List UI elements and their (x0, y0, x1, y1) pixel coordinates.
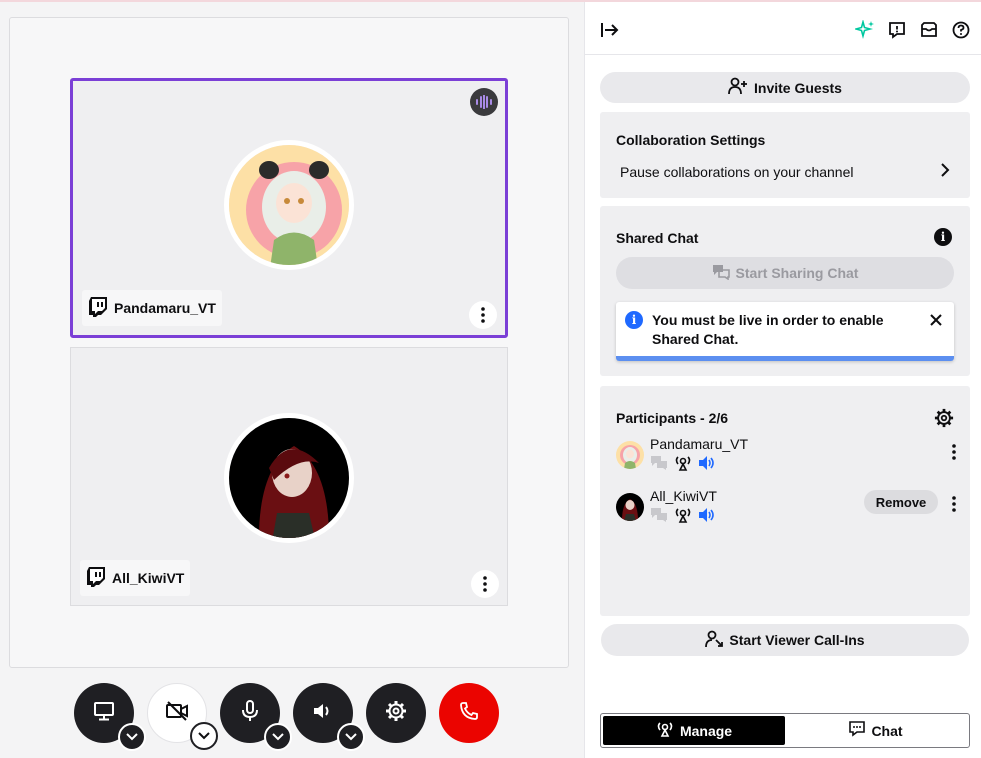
participant-name: All_KiwiVT (112, 570, 185, 586)
panel-tabs: Manage Chat (600, 713, 970, 748)
participant-name: All_KiwiVT (650, 488, 717, 504)
microphone-icon (241, 699, 259, 727)
audio-waves-icon (470, 88, 498, 116)
participant-menu-button[interactable] (952, 496, 956, 517)
start-viewer-call-ins-label: Start Viewer Call-Ins (729, 632, 865, 648)
twitch-icon (88, 296, 108, 321)
participant-tile[interactable]: Pandamaru_VT (70, 78, 508, 338)
add-user-icon (728, 77, 748, 98)
collaboration-settings-card: Collaboration Settings Pause collaborati… (600, 112, 970, 198)
settings-button[interactable] (366, 683, 426, 743)
start-sharing-chat-button[interactable]: Start Sharing Chat (616, 257, 954, 289)
chevron-down-icon[interactable] (337, 723, 365, 751)
collapse-panel-icon[interactable] (599, 19, 621, 41)
pause-collaborations-link[interactable]: Pause collaborations on your channel (620, 164, 950, 180)
toast-message: You must be live in order to enable Shar… (652, 312, 884, 347)
toast-timer-bar (616, 356, 954, 361)
participant-avatar (616, 493, 644, 521)
speaker-icon (698, 507, 716, 528)
participant-name: Pandamaru_VT (114, 300, 216, 316)
sparkle-icon[interactable] (854, 19, 876, 41)
shared-chat-icon (712, 264, 730, 283)
chat-bubble-icon (650, 455, 668, 476)
invite-guests-label: Invite Guests (754, 79, 842, 96)
gear-icon[interactable] (934, 408, 954, 433)
participant-menu-button[interactable] (952, 444, 956, 465)
participant-name: Pandamaru_VT (650, 436, 749, 452)
call-in-icon (705, 630, 724, 651)
speaker-icon (312, 701, 334, 726)
call-controls (0, 683, 580, 751)
camera-button[interactable] (147, 683, 218, 750)
report-icon[interactable] (886, 19, 908, 41)
inbox-icon[interactable] (918, 19, 940, 41)
monitor-icon (93, 701, 115, 726)
leave-call-button[interactable] (439, 683, 499, 743)
participant-name-chip: Pandamaru_VT (82, 290, 222, 326)
participant-menu-button[interactable] (469, 301, 497, 329)
speaker-icon (698, 455, 716, 476)
panel-header (585, 2, 981, 55)
participants-card: Participants - 2/6 Pandamaru_VT All_Kiwi… (600, 386, 970, 616)
camera-off-icon (165, 700, 189, 726)
info-icon[interactable]: i (934, 228, 952, 246)
participant-menu-button[interactable] (471, 570, 499, 598)
participant-avatar (616, 441, 644, 469)
start-viewer-call-ins-button[interactable]: Start Viewer Call-Ins (601, 624, 969, 656)
participant-row: All_KiwiVT Remove (616, 488, 956, 524)
shared-chat-title: Shared Chat (616, 230, 699, 246)
participant-status-icons (650, 507, 716, 528)
chevron-right-icon[interactable] (940, 162, 950, 183)
tab-chat[interactable]: Chat (785, 716, 967, 745)
chevron-down-icon[interactable] (264, 723, 292, 751)
live-required-toast: i You must be live in order to enable Sh… (616, 302, 954, 361)
chat-bubble-icon (650, 507, 668, 528)
tab-manage[interactable]: Manage (603, 716, 785, 745)
collaboration-settings-title: Collaboration Settings (616, 132, 766, 148)
participant-status-icons (650, 455, 716, 476)
participants-title: Participants - 2/6 (616, 410, 729, 426)
chat-bubble-icon (849, 721, 866, 740)
collaboration-panel: Invite Guests Collaboration Settings Pau… (584, 2, 981, 758)
participant-name-chip: All_KiwiVT (80, 560, 191, 596)
speaker-button[interactable] (293, 683, 365, 751)
chevron-down-icon[interactable] (190, 722, 218, 750)
gear-icon (385, 700, 407, 727)
shared-chat-card: Shared Chat i Start Sharing Chat i You m… (600, 206, 970, 376)
microphone-button[interactable] (220, 683, 292, 751)
info-icon: i (625, 311, 643, 329)
twitch-icon (86, 566, 106, 591)
participant-row: Pandamaru_VT (616, 436, 956, 472)
tab-manage-label: Manage (679, 722, 733, 739)
tab-chat-label: Chat (871, 722, 903, 739)
close-icon[interactable] (930, 313, 942, 331)
screen-share-button[interactable] (74, 683, 146, 751)
broadcast-icon (674, 455, 692, 476)
start-sharing-chat-label: Start Sharing Chat (735, 265, 859, 281)
invite-guests-button[interactable]: Invite Guests (600, 72, 970, 103)
broadcast-icon (674, 507, 692, 528)
help-icon[interactable] (950, 19, 972, 41)
participant-avatar (224, 412, 354, 543)
phone-hangup-icon (459, 701, 479, 726)
participant-avatar (224, 140, 354, 270)
chevron-down-icon[interactable] (118, 723, 146, 751)
broadcast-icon (656, 721, 674, 740)
participant-tile[interactable]: All_KiwiVT (70, 347, 508, 606)
remove-participant-button[interactable]: Remove (864, 490, 938, 514)
